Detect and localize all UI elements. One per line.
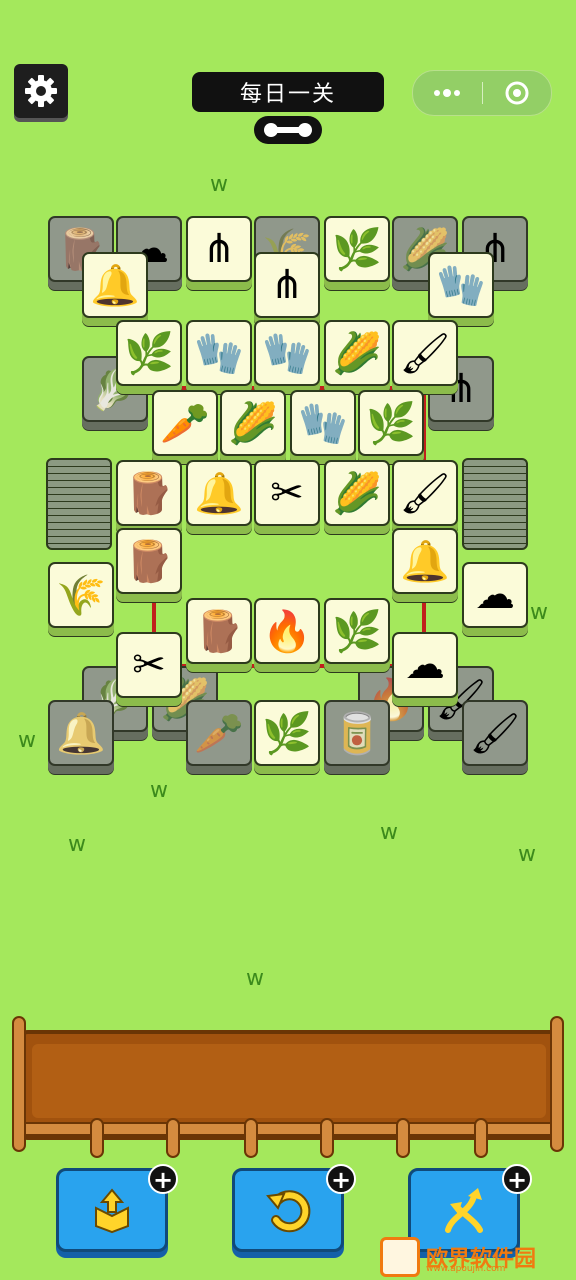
- shuffle-icon: [445, 1188, 483, 1233]
- grass-icon: 🌿: [366, 400, 416, 447]
- tile-grass[interactable]: 🌿: [254, 700, 320, 766]
- tile-bell[interactable]: 🔔: [82, 252, 148, 318]
- tile-grass[interactable]: 🌿: [324, 216, 390, 282]
- pitchfork-icon: ⋔: [202, 226, 236, 272]
- brush-icon: 🖌: [399, 330, 451, 377]
- add-undo-icon[interactable]: +: [326, 1164, 356, 1194]
- carrot-icon: 🥕: [160, 400, 210, 447]
- fence-post: [474, 1118, 488, 1158]
- tile-bell[interactable]: 🔔: [392, 528, 458, 594]
- watermark-logo-icon: [380, 1237, 420, 1277]
- tile-corn[interactable]: 🌽: [220, 390, 286, 456]
- stump-icon: 🪵: [124, 538, 174, 585]
- tile-carrot[interactable]: 🥕: [152, 390, 218, 456]
- tile-milk-can: 🥫: [324, 700, 390, 766]
- glove-icon: 🧤: [436, 262, 486, 309]
- tile-wool[interactable]: ☁: [392, 632, 458, 698]
- tile-grass[interactable]: 🌿: [116, 320, 182, 386]
- tile-corn[interactable]: 🌽: [324, 320, 390, 386]
- tile-pitchfork[interactable]: ⋔: [186, 216, 252, 282]
- tile-stack-left: [46, 458, 112, 550]
- tile-glove[interactable]: 🧤: [428, 252, 494, 318]
- fence-post: [550, 1016, 564, 1152]
- tile-grass[interactable]: 🌿: [324, 598, 390, 664]
- stump-icon: 🪵: [194, 608, 244, 655]
- fence-post: [90, 1118, 104, 1158]
- fence-post: [396, 1118, 410, 1158]
- tile-glove[interactable]: 🧤: [186, 320, 252, 386]
- shears-icon: ✂: [270, 470, 304, 516]
- tile-shears[interactable]: ✂: [116, 632, 182, 698]
- watermark: 欧界软件园 www.apoujin.com: [380, 1234, 576, 1280]
- shears-icon: ✂: [132, 642, 166, 688]
- tile-brush: 🖌: [462, 700, 528, 766]
- corn-icon: 🌽: [332, 470, 382, 517]
- tile-bell[interactable]: 🔔: [186, 460, 252, 526]
- tile-bell: 🔔: [48, 700, 114, 766]
- glove-icon: 🧤: [194, 330, 244, 377]
- tile-hay[interactable]: 🌾: [48, 562, 114, 628]
- tile-wool[interactable]: ☁: [462, 562, 528, 628]
- campfire-icon: 🔥: [262, 608, 312, 655]
- fence-post: [12, 1016, 26, 1152]
- watermark-url: www.apoujin.com: [426, 1264, 506, 1274]
- tile-stack-right: [462, 458, 528, 550]
- bell-icon: 🔔: [90, 262, 140, 309]
- brush-icon: 🖌: [399, 470, 451, 517]
- bell-icon: 🔔: [400, 538, 450, 585]
- carrot-icon: 🥕: [194, 710, 244, 757]
- box-out-icon: [95, 1188, 129, 1234]
- tile-carrot: 🥕: [186, 700, 252, 766]
- tile-glove[interactable]: 🧤: [254, 320, 320, 386]
- brush-icon: 🖌: [469, 710, 521, 757]
- tile-pitchfork[interactable]: ⋔: [254, 252, 320, 318]
- grass-icon: 🌿: [262, 710, 312, 757]
- tile-stump[interactable]: 🪵: [186, 598, 252, 664]
- grass-icon: 🌿: [124, 330, 174, 377]
- glove-icon: 🧤: [298, 400, 348, 447]
- tile-brush[interactable]: 🖌: [392, 460, 458, 526]
- bell-icon: 🔔: [194, 470, 244, 517]
- grass-icon: 🌿: [332, 608, 382, 655]
- tile-campfire[interactable]: 🔥: [254, 598, 320, 664]
- tile-corn[interactable]: 🌽: [324, 460, 390, 526]
- tile-brush[interactable]: 🖌: [392, 320, 458, 386]
- milk-can-icon: 🥫: [332, 710, 382, 757]
- tile-shears[interactable]: ✂: [254, 460, 320, 526]
- pitchfork-icon: ⋔: [270, 262, 304, 308]
- bell-icon: 🔔: [56, 710, 106, 757]
- stump-icon: 🪵: [124, 470, 174, 517]
- tile-grass[interactable]: 🌿: [358, 390, 424, 456]
- tile-stump[interactable]: 🪵: [116, 528, 182, 594]
- undo-icon: [266, 1190, 311, 1233]
- tile-glove[interactable]: 🧤: [290, 390, 356, 456]
- fence-post: [320, 1118, 334, 1158]
- glove-icon: 🧤: [262, 330, 312, 377]
- corn-icon: 🌽: [332, 330, 382, 377]
- grass-icon: 🌿: [332, 226, 382, 273]
- corn-icon: 🌽: [228, 400, 278, 447]
- fence-post: [244, 1118, 258, 1158]
- tile-stump[interactable]: 🪵: [116, 460, 182, 526]
- hay-icon: 🌾: [56, 572, 106, 619]
- add-move-out-icon[interactable]: +: [148, 1164, 178, 1194]
- wool-icon: ☁: [405, 642, 445, 688]
- wool-icon: ☁: [475, 572, 515, 618]
- add-shuffle-icon[interactable]: +: [502, 1164, 532, 1194]
- fence-post: [166, 1118, 180, 1158]
